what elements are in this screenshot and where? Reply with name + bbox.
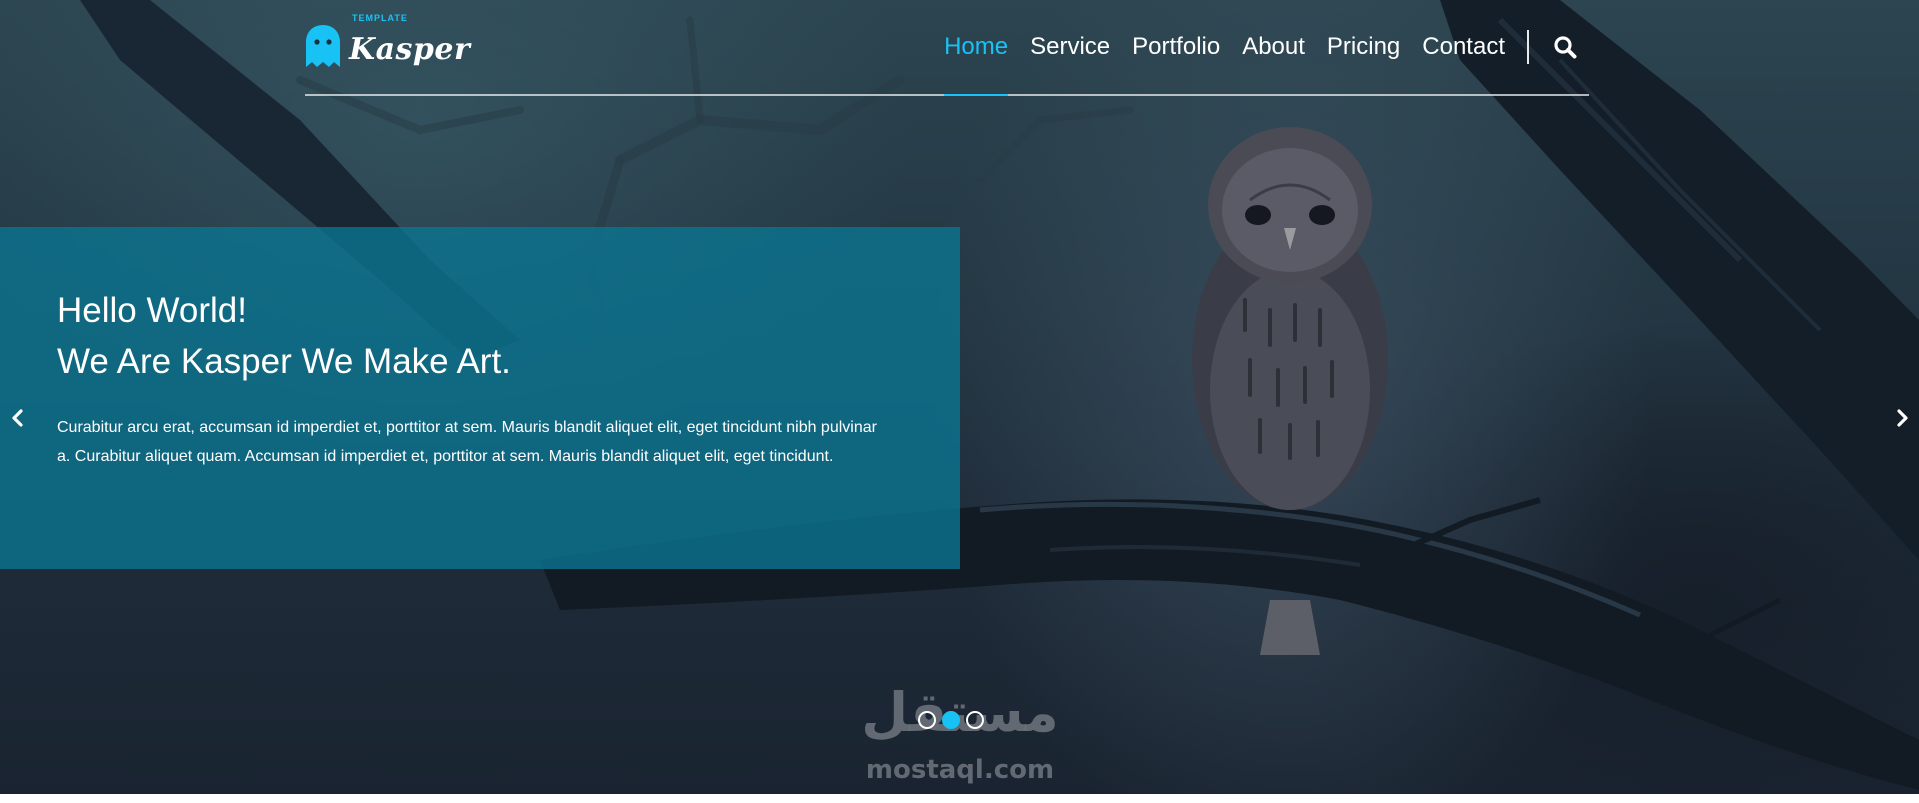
nav-link-service[interactable]: Service (1019, 0, 1121, 94)
nav-divider (1527, 30, 1529, 64)
hero-title: Hello World! We Are Kasper We Make Art. (57, 285, 511, 387)
nav-link-pricing[interactable]: Pricing (1316, 0, 1411, 94)
mostaql-watermark: مستقل mostaql.com (845, 683, 1075, 793)
bottom-strip (0, 794, 1919, 803)
chevron-right-icon (1897, 409, 1908, 427)
logo-tagline: TEMPLATE (352, 13, 408, 23)
slider-dot-1[interactable] (918, 711, 936, 729)
main-nav: Home Service Portfolio About Pricing Con… (933, 0, 1589, 96)
slider-next-button[interactable] (1890, 406, 1914, 430)
watermark-latin: mostaql.com (865, 755, 1055, 785)
hero-title-line2: We Are Kasper We Make Art. (57, 342, 511, 381)
hero-title-line1: Hello World! (57, 291, 247, 330)
nav-link-home[interactable]: Home (933, 0, 1019, 96)
hero-content-panel: Hello World! We Are Kasper We Make Art. … (0, 227, 960, 569)
site-header: Kasper TEMPLATE Home Service Portfolio A… (305, 0, 1589, 96)
nav-link-about[interactable]: About (1231, 0, 1316, 94)
search-button[interactable] (1543, 0, 1589, 94)
nav-link-contact[interactable]: Contact (1411, 0, 1516, 94)
slider-prev-button[interactable] (6, 406, 30, 430)
slider-dots (918, 711, 984, 729)
slider-dot-2[interactable] (942, 711, 960, 729)
search-icon (1554, 36, 1577, 59)
ghost-icon (306, 25, 340, 67)
nav-link-portfolio[interactable]: Portfolio (1121, 0, 1231, 94)
slider-dot-3[interactable] (966, 711, 984, 729)
hero-description: Curabitur arcu erat, accumsan id imperdi… (57, 419, 877, 465)
logo-text: Kasper (349, 32, 471, 67)
chevron-left-icon (12, 409, 23, 427)
logo[interactable]: Kasper TEMPLATE (305, 13, 471, 70)
